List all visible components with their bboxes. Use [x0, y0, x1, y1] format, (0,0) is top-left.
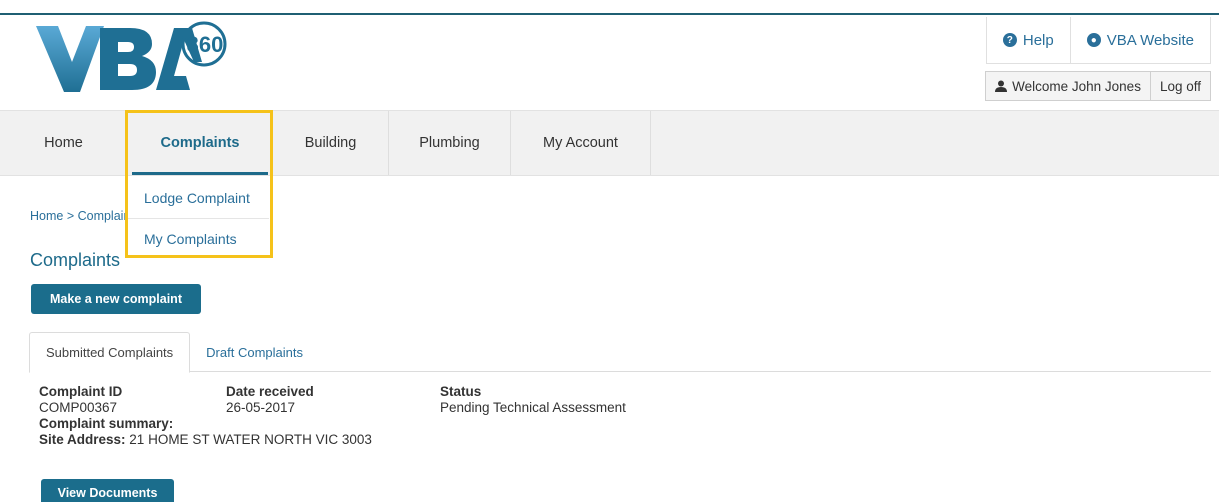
- nav-item-label: Complaints: [160, 135, 240, 151]
- complaint-summary-label: Complaint summary:: [39, 416, 174, 431]
- nav-item-label: Plumbing: [419, 135, 480, 151]
- logoff-button[interactable]: Log off: [1150, 71, 1211, 101]
- make-new-complaint-button[interactable]: Make a new complaint: [31, 284, 201, 314]
- complaint-id-header: Complaint ID: [39, 384, 123, 399]
- date-received-header: Date received: [226, 384, 314, 399]
- complaint-id-value: COMP00367: [39, 400, 118, 415]
- help-label: Help: [1022, 31, 1054, 49]
- vba360-logo[interactable]: 360: [34, 20, 234, 98]
- status-header: Status: [440, 384, 482, 399]
- menu-item-lodge-complaint[interactable]: Lodge Complaint: [128, 177, 269, 218]
- date-received-value: 26-05-2017: [226, 400, 296, 415]
- nav-item-home[interactable]: Home: [0, 111, 128, 175]
- header-utility-links: ? Help ● VBA Website: [985, 17, 1211, 64]
- complaints-dropdown-menu: Lodge Complaint My Complaints: [128, 177, 269, 259]
- site-address-row: Site Address: 21 HOME ST WATER NORTH VIC…: [39, 432, 626, 448]
- user-icon: [995, 80, 1008, 92]
- globe-icon: ●: [1086, 33, 1101, 47]
- logoff-label: Log off: [1159, 78, 1201, 94]
- menu-item-my-complaints[interactable]: My Complaints: [128, 218, 269, 259]
- nav-item-building[interactable]: Building: [273, 111, 389, 175]
- tab-draft-complaints[interactable]: Draft Complaints: [190, 332, 319, 372]
- question-circle-icon: ?: [1002, 33, 1017, 47]
- nav-item-label: My Account: [543, 135, 618, 151]
- welcome-label: Welcome John Jones: [1012, 78, 1141, 94]
- header-top-rule: [0, 13, 1219, 15]
- nav-item-label: Home: [44, 135, 83, 151]
- tab-submitted-complaints[interactable]: Submitted Complaints: [29, 332, 191, 373]
- vba-website-link[interactable]: ● VBA Website: [1069, 17, 1210, 63]
- welcome-user: Welcome John Jones: [985, 71, 1151, 101]
- site-address-value: 21 HOME ST WATER NORTH VIC 3003: [129, 432, 372, 447]
- nav-item-label: Building: [304, 135, 357, 151]
- account-bar: Welcome John Jones Log off: [985, 71, 1211, 101]
- complaint-record: Complaint ID Date received Status COMP00…: [39, 384, 626, 448]
- help-link[interactable]: ? Help: [987, 17, 1070, 63]
- page-title: Complaints: [30, 250, 121, 270]
- nav-item-complaints[interactable]: Complaints: [128, 111, 273, 175]
- breadcrumb[interactable]: Home > Complaints: [30, 209, 125, 223]
- logo-360-text: 360: [187, 32, 224, 57]
- nav-item-plumbing[interactable]: Plumbing: [389, 111, 511, 175]
- status-value: Pending Technical Assessment: [440, 400, 626, 415]
- complaint-tabs: Submitted Complaints Draft Complaints: [29, 332, 1211, 373]
- nav-item-my-account[interactable]: My Account: [511, 111, 651, 175]
- view-documents-button[interactable]: View Documents: [41, 479, 174, 502]
- site-address-label: Site Address:: [39, 432, 126, 447]
- vba-website-label: VBA Website: [1106, 31, 1194, 49]
- main-nav: Home Complaints Building Plumbing My Acc…: [0, 110, 1219, 176]
